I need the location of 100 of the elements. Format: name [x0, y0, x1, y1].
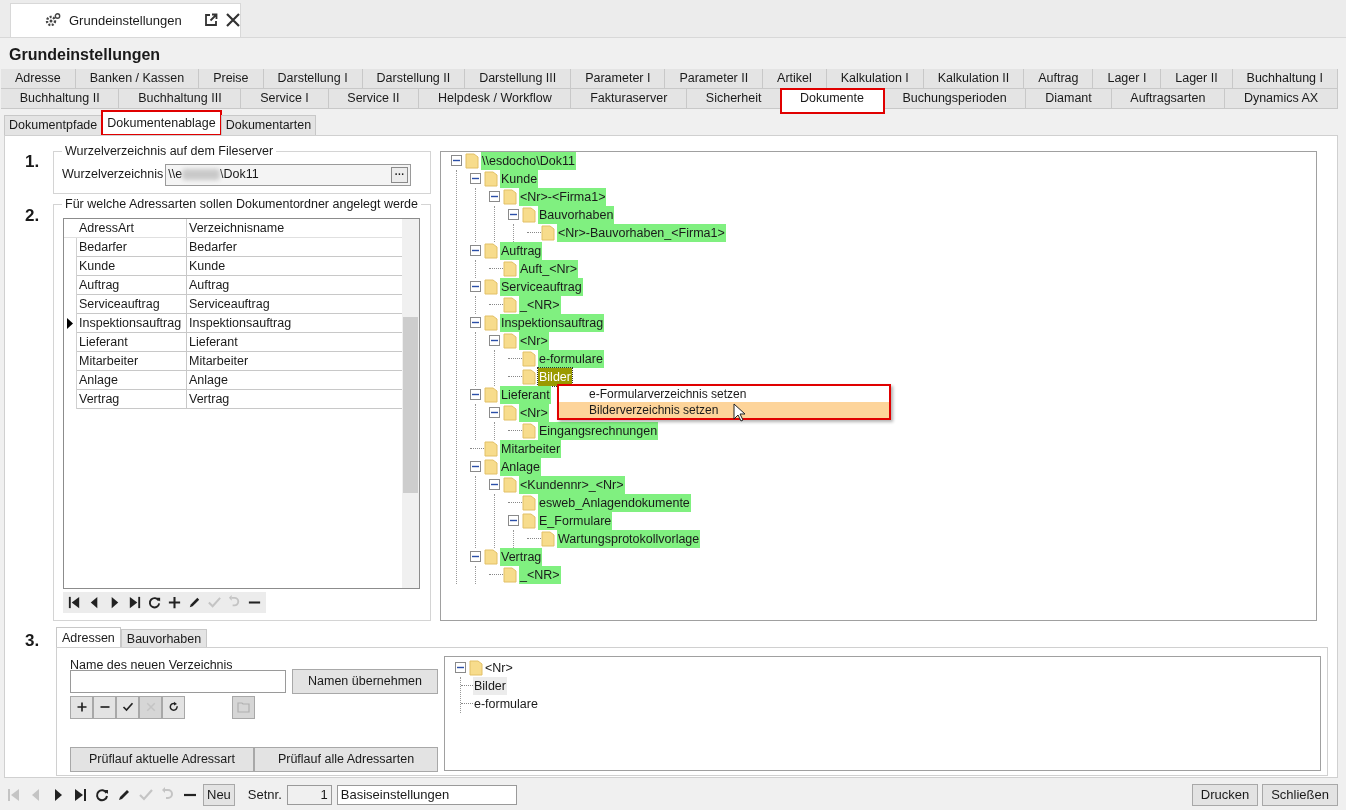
set-name-field[interactable]: Basiseinstellungen — [336, 785, 517, 806]
collapse-icon[interactable] — [489, 407, 500, 419]
collapse-icon[interactable] — [470, 281, 481, 293]
settings-tab[interactable]: Kalkulation I — [826, 68, 924, 89]
folder-label[interactable]: Lieferant — [500, 385, 551, 404]
settings-tab[interactable]: Banken / Kassen — [75, 68, 200, 89]
settings-tab[interactable]: Darstellung III — [465, 68, 572, 89]
collapse-icon[interactable] — [489, 479, 500, 491]
folder-label[interactable]: e-formulare — [473, 694, 539, 713]
plus-icon[interactable] — [167, 594, 182, 610]
settings-tab[interactable]: Lager I — [1093, 68, 1162, 89]
settings-tab[interactable]: Buchhaltung II — [1, 88, 120, 109]
settings-tab[interactable]: Service I — [241, 88, 329, 109]
folder-label[interactable]: Vertrag — [500, 547, 543, 566]
collapse-icon[interactable] — [470, 173, 481, 185]
tab[interactable]: Adressen — [56, 626, 121, 648]
footer-button[interactable]: Drucken — [1191, 784, 1259, 807]
settings-tab[interactable]: Helpdesk / Workflow — [419, 88, 572, 109]
external-link-icon[interactable] — [203, 13, 218, 28]
collapse-icon[interactable] — [470, 389, 481, 401]
settings-tab[interactable]: Adresse — [1, 68, 76, 89]
skip-last-icon[interactable] — [72, 787, 88, 804]
apply-name-button[interactable]: Namen übernehmen — [292, 668, 438, 694]
root-folder-field[interactable]: \\e \Dok11 ··· — [165, 163, 412, 186]
settings-tab[interactable]: Darstellung II — [362, 68, 466, 89]
collapse-icon[interactable] — [489, 335, 500, 347]
new-button[interactable]: Neu — [203, 784, 235, 807]
settings-tab[interactable]: Lager II — [1161, 68, 1233, 89]
collapse-icon[interactable] — [470, 551, 481, 563]
folder-label[interactable]: Eingangsrechnungen — [538, 421, 659, 440]
settings-tab[interactable]: Buchhaltung III — [119, 88, 242, 109]
settings-tab[interactable]: Kalkulation II — [923, 68, 1025, 89]
check-run-button[interactable]: Prüflauf aktuelle Adressart — [70, 746, 254, 772]
set-number-field[interactable]: 1 — [286, 785, 332, 806]
sub-tab[interactable]: Dokumentenablage — [102, 110, 221, 135]
folder-label[interactable]: <Nr>-<Firma1> — [519, 187, 607, 206]
vertical-scrollbar[interactable] — [402, 218, 419, 588]
table-cell: Kunde — [187, 256, 402, 276]
table-cell: Auftrag — [77, 275, 187, 295]
column-header[interactable]: Verzeichnisname — [187, 218, 402, 237]
settings-tab[interactable]: Sicherheit — [687, 88, 782, 109]
table-cell: Mitarbeiter — [187, 351, 402, 371]
check-run-button[interactable]: Prüflauf alle Adressarten — [254, 746, 438, 772]
folder-label[interactable]: e-formulare — [538, 349, 604, 368]
settings-tab[interactable]: Dynamics AX — [1225, 88, 1338, 109]
tool-button[interactable] — [70, 695, 93, 719]
close-icon[interactable] — [225, 13, 240, 28]
collapse-icon[interactable] — [470, 245, 481, 257]
collapse-icon[interactable] — [451, 155, 462, 167]
current-row-marker — [67, 317, 73, 329]
settings-tab[interactable]: Dokumente — [781, 88, 884, 113]
settings-tab[interactable]: Parameter I — [571, 68, 666, 89]
footer-button[interactable]: Schließen — [1262, 784, 1338, 807]
skip-last-icon[interactable] — [127, 594, 142, 610]
refresh-icon[interactable] — [94, 787, 110, 804]
tab[interactable]: Bauvorhaben — [120, 628, 208, 648]
settings-tab[interactable]: Preise — [199, 68, 264, 89]
column-header[interactable]: AdressArt — [77, 218, 187, 237]
collapse-icon[interactable] — [508, 515, 519, 527]
folder-label[interactable]: Wartungsprotokollvorlage — [557, 529, 701, 548]
folder-label[interactable]: esweb_Anlagendokumente — [538, 493, 691, 512]
settings-tab[interactable]: Darstellung I — [263, 68, 363, 89]
folder-label[interactable]: Bauvorhaben — [538, 205, 615, 224]
folder-label[interactable]: _<NR> — [519, 565, 561, 584]
collapse-icon[interactable] — [470, 461, 481, 473]
menu-item[interactable]: e-Formularverzeichnis setzen — [559, 386, 889, 402]
sub-tab[interactable]: Dokumentarten — [220, 114, 317, 135]
refresh-icon[interactable] — [147, 594, 162, 610]
folder-label[interactable]: <Kundennr>_<Nr> — [519, 475, 625, 494]
folder-label[interactable]: Serviceauftrag — [500, 277, 583, 296]
skip-first-icon[interactable] — [67, 594, 82, 610]
collapse-icon[interactable] — [455, 662, 466, 674]
checkmark-icon[interactable] — [121, 701, 134, 714]
folder-label[interactable]: Mitarbeiter — [500, 439, 562, 458]
menu-item[interactable]: Bilderverzeichnis setzen — [559, 402, 889, 418]
tool-button[interactable] — [116, 695, 139, 719]
folder-label[interactable]: <Nr> — [485, 658, 513, 677]
settings-tab[interactable]: Diamant — [1026, 88, 1112, 109]
folder-label[interactable]: Auftrag — [500, 241, 543, 260]
settings-tab[interactable]: Artikel — [763, 68, 827, 89]
browse-button[interactable]: ··· — [391, 166, 409, 183]
collapse-icon[interactable] — [489, 191, 500, 203]
settings-tab[interactable]: Parameter II — [665, 68, 764, 89]
collapse-icon[interactable] — [470, 317, 481, 329]
settings-tab[interactable]: Auftrag — [1024, 68, 1094, 89]
folder-label[interactable]: Bilder — [473, 676, 507, 695]
redo-icon[interactable] — [167, 701, 180, 714]
folder-label[interactable]: \\esdocho\Dok11 — [481, 151, 576, 170]
tool-button[interactable] — [162, 695, 185, 719]
folder-label[interactable]: Inspektionsauftrag — [500, 313, 605, 332]
tool-button[interactable] — [93, 695, 116, 719]
settings-tab[interactable]: Buchhaltung I — [1232, 68, 1338, 89]
plus-icon[interactable] — [75, 701, 88, 714]
document-tab[interactable]: Grundeinstellungen — [10, 2, 241, 37]
settings-tab[interactable]: Fakturaserver — [571, 88, 688, 109]
sub-tab[interactable]: Dokumentpfade — [4, 114, 103, 135]
folder-label[interactable]: Auft_<Nr> — [519, 259, 578, 278]
folder-label[interactable]: <Nr>-Bauvorhaben_<Firma1> — [557, 223, 726, 242]
collapse-icon[interactable] — [508, 209, 519, 221]
folder-name-field[interactable] — [70, 669, 286, 693]
